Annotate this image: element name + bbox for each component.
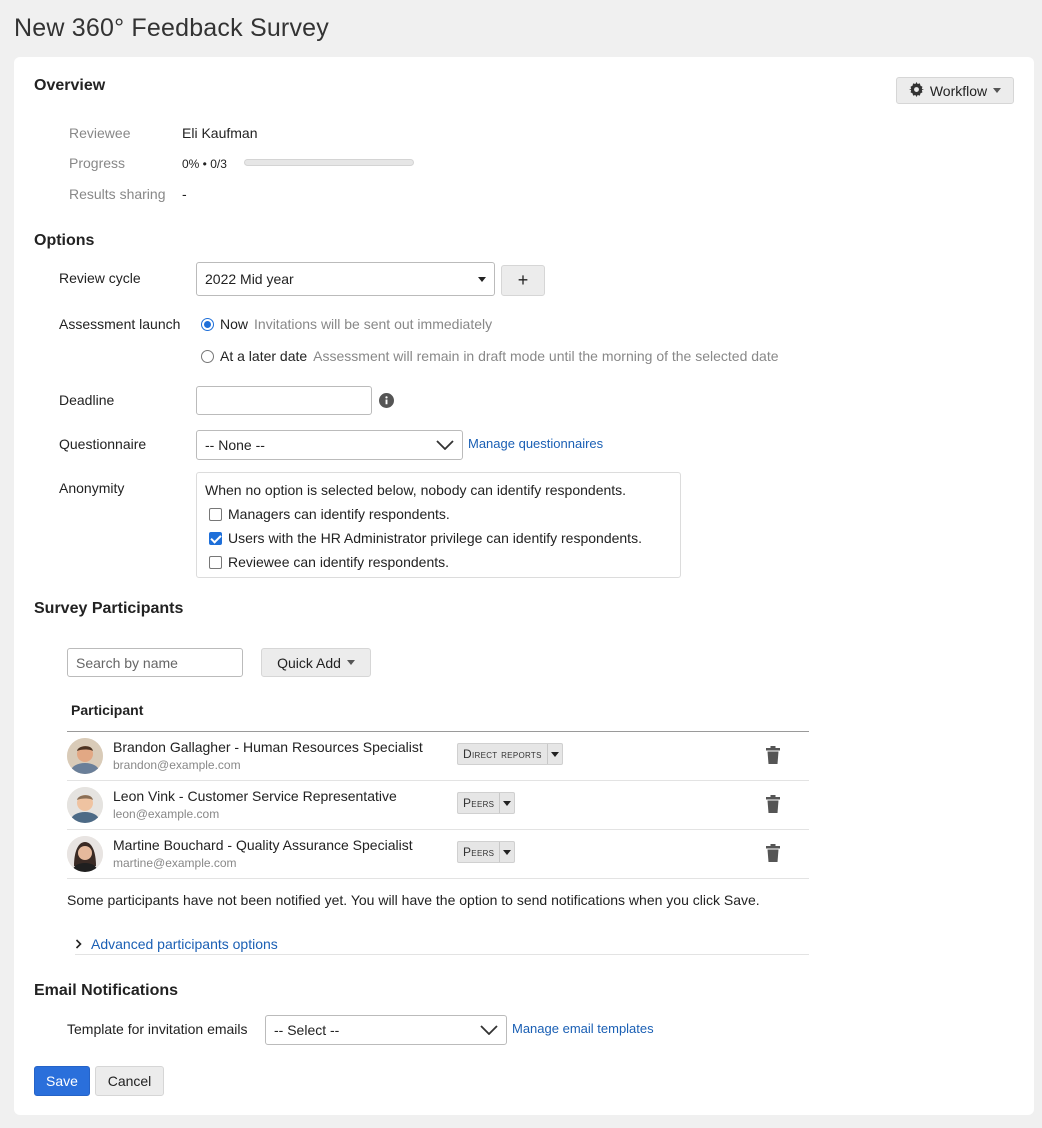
- workflow-button[interactable]: Workflow: [896, 77, 1014, 104]
- launch-later-label: At a later date: [220, 348, 308, 364]
- workflow-label: Workflow: [929, 82, 988, 99]
- progress-bar: [244, 159, 414, 166]
- assessment-launch-label: Assessment launch: [59, 316, 181, 332]
- review-cycle-select[interactable]: 2022 Mid year: [196, 262, 495, 296]
- chevron-down-icon: [499, 842, 514, 862]
- avatar: [67, 738, 103, 774]
- progress-text: 0% • 0/3: [182, 157, 227, 171]
- review-cycle-label: Review cycle: [59, 270, 141, 286]
- notification-notice: Some participants have not been notified…: [67, 892, 760, 908]
- manage-questionnaires-link[interactable]: Manage questionnaires: [468, 436, 603, 451]
- chevron-right-icon: [75, 936, 83, 952]
- anonymity-option-managers[interactable]: Managers can identify respondents.: [209, 506, 450, 522]
- trash-icon[interactable]: [766, 844, 780, 865]
- avatar: [67, 787, 103, 823]
- manage-email-templates-link[interactable]: Manage email templates: [512, 1021, 654, 1036]
- gear-icon: [908, 81, 924, 100]
- participant-email: brandon@example.com: [113, 758, 241, 772]
- row-divider: [67, 780, 809, 781]
- row-divider: [67, 878, 809, 879]
- row-divider: [67, 829, 809, 830]
- relation-label: Direct reports: [463, 747, 542, 761]
- participant-email: leon@example.com: [113, 807, 220, 821]
- reviewee-label: Reviewee: [69, 125, 131, 141]
- participant-name: Martine Bouchard - Quality Assurance Spe…: [113, 837, 413, 853]
- launch-later-hint: Assessment will remain in draft mode unt…: [313, 348, 779, 364]
- questionnaire-select[interactable]: -- None --: [196, 430, 463, 460]
- participant-search-input[interactable]: Search by name: [67, 648, 243, 677]
- anonymity-label: Anonymity: [59, 480, 125, 496]
- checkbox-hr-admin[interactable]: [209, 531, 222, 545]
- anonymity-option-hr-admin[interactable]: Users with the HR Administrator privileg…: [209, 530, 642, 546]
- deadline-input[interactable]: [196, 386, 372, 415]
- template-label: Template for invitation emails: [67, 1021, 248, 1037]
- checkbox-reviewee[interactable]: [209, 555, 222, 569]
- chevron-down-icon: [546, 744, 562, 764]
- radio-later[interactable]: [201, 349, 214, 363]
- chevron-down-icon: [346, 660, 355, 665]
- page-title: New 360° Feedback Survey: [14, 14, 329, 42]
- participant-name: Leon Vink - Customer Service Representat…: [113, 788, 397, 804]
- anonymity-box: When no option is selected below, nobody…: [196, 472, 681, 578]
- email-template-value: -- Select --: [274, 1022, 340, 1038]
- email-template-select[interactable]: -- Select --: [265, 1015, 507, 1045]
- chevron-down-icon: [499, 793, 514, 813]
- launch-now-hint: Invitations will be sent out immediately: [254, 316, 493, 332]
- survey-form-card: Overview Workflow Reviewee Eli Kaufman P…: [14, 57, 1034, 1115]
- launch-option-now[interactable]: Now Invitations will be sent out immedia…: [201, 316, 492, 332]
- participants-heading: Survey Participants: [34, 600, 184, 617]
- quick-add-button[interactable]: Quick Add: [261, 648, 371, 677]
- info-icon[interactable]: [379, 393, 394, 411]
- relation-dropdown[interactable]: Peers: [457, 841, 516, 863]
- anonymity-option-label: Reviewee can identify respondents.: [228, 554, 450, 570]
- participant-name: Brandon Gallagher - Human Resources Spec…: [113, 739, 423, 755]
- anonymity-intro: When no option is selected below, nobody…: [205, 482, 627, 498]
- participant-column-header: Participant: [71, 702, 144, 718]
- relation-label: Peers: [463, 796, 495, 810]
- chevron-down-icon: [480, 1025, 498, 1035]
- anonymity-option-label: Users with the HR Administrator privileg…: [228, 530, 642, 546]
- trash-icon[interactable]: [766, 746, 780, 767]
- overview-heading: Overview: [34, 77, 106, 94]
- progress-label: Progress: [69, 155, 126, 171]
- relation-label: Peers: [463, 845, 495, 859]
- chevron-down-icon: [436, 440, 454, 450]
- save-button[interactable]: Save: [34, 1066, 90, 1096]
- header-divider: [67, 731, 809, 732]
- email-notifications-heading: Email Notifications: [34, 982, 179, 999]
- anonymity-option-label: Managers can identify respondents.: [228, 506, 450, 522]
- anonymity-option-reviewee[interactable]: Reviewee can identify respondents.: [209, 554, 449, 570]
- launch-now-label: Now: [220, 316, 249, 332]
- options-heading: Options: [34, 232, 95, 249]
- advanced-options-link[interactable]: Advanced participants options: [91, 936, 278, 952]
- relation-dropdown[interactable]: Direct reports: [457, 743, 563, 765]
- questionnaire-label: Questionnaire: [59, 436, 147, 452]
- results-sharing-value: -: [182, 186, 187, 202]
- deadline-label: Deadline: [59, 392, 115, 408]
- checkbox-managers[interactable]: [209, 507, 222, 521]
- advanced-divider: [75, 954, 809, 955]
- chevron-down-icon: [478, 276, 486, 282]
- advanced-options-toggle[interactable]: Advanced participants options: [75, 936, 278, 952]
- review-cycle-value: 2022 Mid year: [205, 271, 294, 287]
- trash-icon[interactable]: [766, 795, 780, 816]
- results-sharing-label: Results sharing: [69, 186, 166, 202]
- reviewee-value: Eli Kaufman: [182, 125, 258, 141]
- launch-option-later[interactable]: At a later date Assessment will remain i…: [201, 348, 779, 364]
- avatar: [67, 836, 103, 872]
- chevron-down-icon: [993, 88, 1002, 93]
- relation-dropdown[interactable]: Peers: [457, 792, 516, 814]
- participant-email: martine@example.com: [113, 856, 237, 870]
- radio-now[interactable]: [201, 317, 214, 331]
- cancel-button[interactable]: Cancel: [95, 1066, 164, 1096]
- quick-add-label: Quick Add: [277, 654, 341, 671]
- questionnaire-value: -- None --: [205, 437, 265, 453]
- add-review-cycle-button[interactable]: +: [501, 265, 545, 296]
